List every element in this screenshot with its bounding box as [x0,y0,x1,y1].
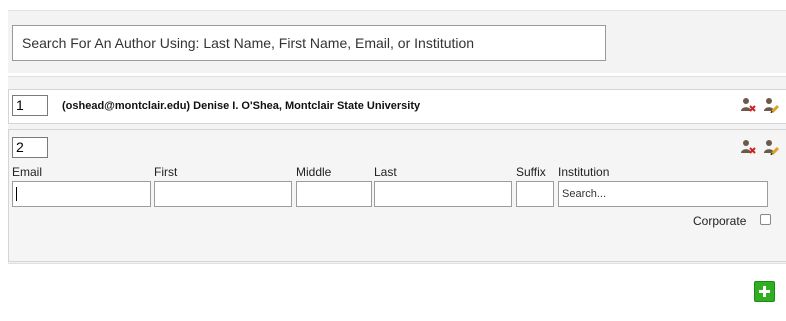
edit-author-icon[interactable] [763,97,779,113]
remove-author-icon[interactable] [740,139,756,155]
author-order-value-1: 1 [16,97,24,113]
add-author-button[interactable] [754,281,775,302]
author-order-input-1[interactable]: 1 [12,95,48,116]
author-search-input[interactable]: Search For An Author Using: Last Name, F… [12,25,606,61]
remove-author-icon[interactable] [740,97,756,113]
author-search-placeholder: Search For An Author Using: Last Name, F… [22,35,475,51]
author-summary-1: (oshead@montclair.edu) Denise I. O'Shea,… [62,100,421,112]
author-order-value-2: 2 [16,139,24,155]
email-label: Email [12,165,43,179]
middle-name-field[interactable] [296,181,372,207]
corporate-label: Corporate [693,214,747,228]
text-caret [16,187,17,202]
last-name-field[interactable] [374,181,512,207]
last-name-label: Last [374,165,397,179]
suffix-field[interactable] [516,181,554,207]
edit-author-icon[interactable] [763,139,779,155]
institution-label: Institution [558,165,610,179]
first-name-label: First [154,165,178,179]
suffix-label: Suffix [516,165,546,179]
first-name-field[interactable] [154,181,292,207]
institution-placeholder: Search... [562,188,607,200]
author-order-input-2[interactable]: 2 [12,137,48,158]
institution-search-field[interactable]: Search... [558,181,768,207]
corporate-checkbox[interactable] [760,214,771,225]
middle-name-label: Middle [296,165,332,179]
email-field[interactable] [12,181,151,207]
